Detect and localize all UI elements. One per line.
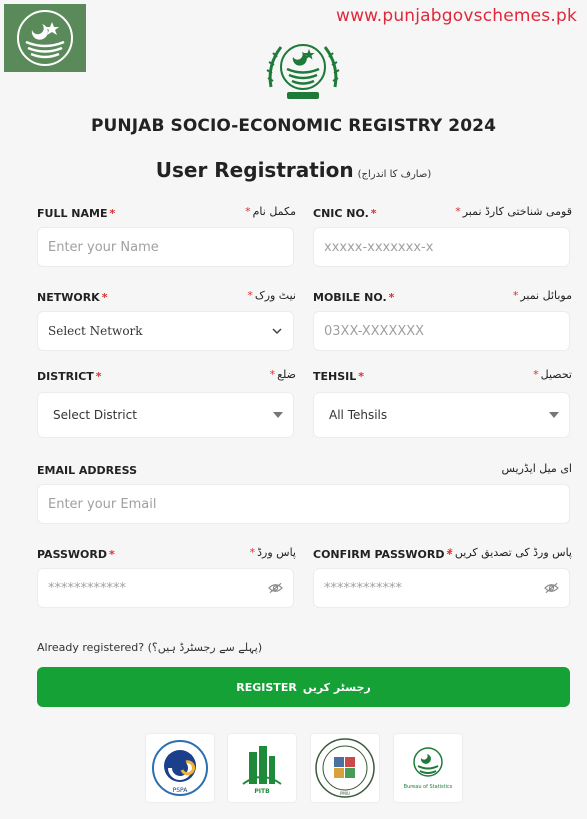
- full-name-label-ur-text: مکمل نام: [252, 205, 296, 218]
- tehsil-select-value: All Tehsils: [329, 408, 388, 422]
- email-label-ur-text: ای میل ایڈریس: [501, 462, 573, 475]
- required-mark: *: [269, 368, 276, 381]
- network-select[interactable]: Select Network: [37, 311, 294, 351]
- mobile-field[interactable]: [313, 311, 570, 351]
- email-label-ur: ای میل ایڈریس: [450, 462, 573, 475]
- already-registered-link[interactable]: Already registered? (پہلے سے رجسٹرڈ ہیں؟…: [37, 641, 262, 654]
- required-mark: *: [249, 546, 256, 559]
- caret-down-icon: [549, 412, 559, 418]
- register-button[interactable]: REGISTER رجسٹر کریں: [37, 667, 570, 707]
- network-label-text: NETWORK: [37, 291, 100, 304]
- punjab-government-logo: [4, 4, 86, 72]
- district-label: DISTRICT *: [37, 370, 102, 383]
- confirm-password-input[interactable]: [324, 580, 545, 596]
- pmiu-logo: PMIU: [310, 733, 380, 803]
- required-mark: *: [512, 289, 519, 302]
- pmiu-logo-text: PMIU: [340, 791, 350, 796]
- full-name-label-ur: مکمل نام*: [200, 205, 296, 218]
- watermark-url: www.punjabgovschemes.pk: [335, 6, 577, 26]
- mobile-input[interactable]: [324, 323, 559, 339]
- required-mark: *: [101, 291, 108, 304]
- form-subtitle: User Registration (صارف کا اندراج): [0, 158, 587, 182]
- bureau-logo-text: Bureau of Statistics: [404, 784, 453, 790]
- punjab-emblem: [262, 36, 344, 104]
- form-subtitle-ur: (صارف کا اندراج): [357, 169, 432, 180]
- cnic-label: CNIC NO. *: [313, 207, 377, 220]
- cnic-label-ur-text: قومی شناختی کارڈ نمبر: [462, 205, 572, 218]
- caret-down-icon: [273, 412, 283, 418]
- required-mark: *: [533, 368, 539, 381]
- mobile-label-ur: موبائل نمبر*: [470, 289, 572, 302]
- password-label-ur: پاس ورڈ*: [220, 546, 296, 559]
- full-name-label: FULL NAME *: [37, 207, 115, 220]
- cnic-label-ur: قومی شناختی کارڈ نمبر*: [430, 205, 572, 218]
- required-mark: *: [109, 548, 115, 561]
- email-field[interactable]: [37, 484, 570, 524]
- mobile-label: MOBILE NO. *: [313, 291, 394, 304]
- password-input[interactable]: [48, 580, 269, 596]
- bureau-of-statistics-logo: Bureau of Statistics: [393, 733, 463, 803]
- chevron-down-icon: [271, 325, 283, 337]
- required-mark: *: [388, 291, 395, 304]
- network-label-ur: نیٹ ورک*: [200, 289, 296, 302]
- network-label-ur-text: نیٹ ورک: [254, 289, 296, 302]
- full-name-label-text: FULL NAME: [37, 207, 108, 220]
- required-mark: *: [247, 289, 253, 302]
- district-label-ur: ضلع*: [220, 368, 296, 381]
- tehsil-label: TEHSIL *: [313, 370, 364, 383]
- mobile-label-ur-text: موبائل نمبر: [520, 289, 572, 302]
- required-mark: *: [370, 207, 377, 220]
- form-subtitle-en: User Registration: [155, 158, 354, 182]
- register-button-label: REGISTER: [236, 680, 297, 694]
- district-select-value: Select District: [53, 408, 137, 422]
- cnic-label-text: CNIC NO.: [313, 207, 369, 220]
- district-label-text: DISTRICT: [37, 370, 94, 383]
- eye-off-icon[interactable]: [544, 582, 559, 594]
- password-label-text: PASSWORD: [37, 548, 108, 561]
- pspa-logo-text: PSPA: [173, 787, 189, 794]
- confirm-password-label-text: CONFIRM PASSWORD: [313, 548, 445, 561]
- required-mark: *: [358, 370, 365, 383]
- tehsil-label-ur-text: تحصیل: [540, 368, 572, 381]
- district-select[interactable]: Select District: [37, 392, 294, 438]
- required-mark: *: [245, 205, 251, 218]
- pspa-logo: PSPA: [145, 733, 215, 803]
- mobile-label-text: MOBILE NO.: [313, 291, 387, 304]
- register-button-label-ur: رجسٹر کریں: [302, 680, 371, 694]
- password-label: PASSWORD *: [37, 548, 115, 561]
- tehsil-select[interactable]: All Tehsils: [313, 392, 570, 438]
- email-label-text: EMAIL ADDRESS: [37, 464, 138, 477]
- confirm-password-label: CONFIRM PASSWORD *: [313, 548, 452, 561]
- password-label-ur-text: پاس ورڈ: [257, 546, 296, 559]
- district-label-ur-text: ضلع: [277, 368, 296, 381]
- cnic-input[interactable]: [324, 239, 559, 255]
- confirm-password-label-ur: پاس ورڈ کی تصدیق کریں*: [440, 546, 572, 559]
- eye-off-icon[interactable]: [268, 582, 283, 594]
- required-mark: *: [95, 370, 102, 383]
- page-title: PUNJAB SOCIO-ECONOMIC REGISTRY 2024: [90, 116, 497, 136]
- required-mark: *: [109, 207, 116, 220]
- pitb-logo: PITB: [227, 733, 297, 803]
- network-select-value: Select Network: [48, 324, 143, 338]
- required-mark: *: [447, 546, 453, 559]
- confirm-password-label-ur-text: پاس ورڈ کی تصدیق کریں: [454, 546, 572, 559]
- full-name-input[interactable]: [48, 239, 283, 255]
- confirm-password-field[interactable]: [313, 568, 570, 608]
- full-name-field[interactable]: [37, 227, 294, 267]
- network-label: NETWORK *: [37, 291, 107, 304]
- email-label: EMAIL ADDRESS: [37, 464, 137, 477]
- email-input[interactable]: [48, 496, 559, 512]
- tehsil-label-text: TEHSIL: [313, 370, 357, 383]
- pitb-logo-text: PITB: [254, 788, 270, 795]
- required-mark: *: [455, 205, 461, 218]
- tehsil-label-ur: تحصیل*: [490, 368, 572, 381]
- cnic-field[interactable]: [313, 227, 570, 267]
- password-field[interactable]: [37, 568, 294, 608]
